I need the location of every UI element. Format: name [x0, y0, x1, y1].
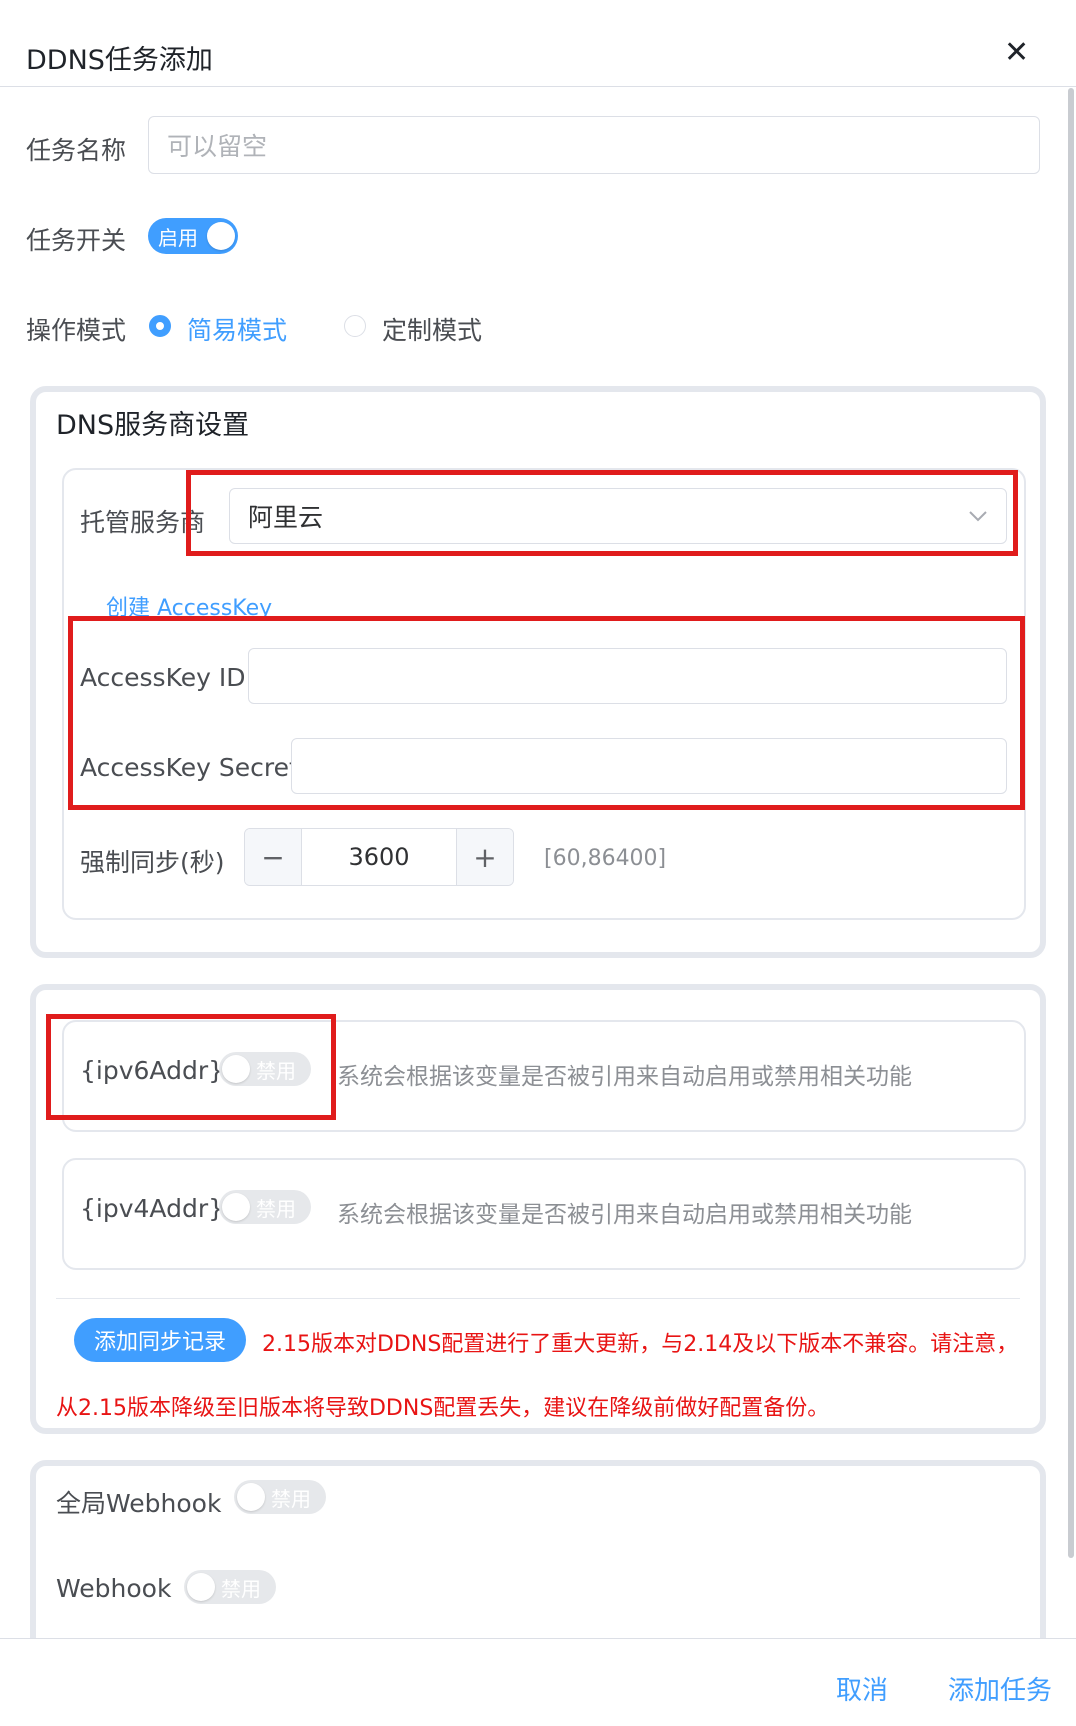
ipv4-toggle[interactable]: 禁用 [219, 1190, 311, 1224]
warning-line-2: 从2.15版本降级至旧版本将导致DDNS配置丢失，建议在降级前做好配置备份。 [56, 1396, 830, 1421]
ipv4-variable: {ipv4Addr} [80, 1194, 225, 1223]
accesskey-id-label: AccessKey ID [80, 663, 246, 692]
global-webhook-toggle[interactable]: 禁用 [234, 1480, 326, 1514]
increment-button[interactable]: + [457, 829, 513, 885]
custom-mode-label[interactable]: 定制模式 [382, 311, 482, 347]
cancel-button[interactable]: 取消 [836, 1670, 888, 1707]
toggle-knob [187, 1573, 215, 1601]
ipv6-variable: {ipv6Addr} [80, 1056, 225, 1085]
webhook-state: 禁用 [221, 1576, 261, 1601]
accesskey-id-input[interactable] [248, 648, 1007, 704]
records-divider [56, 1298, 1020, 1299]
webhook-toggle[interactable]: 禁用 [184, 1570, 276, 1604]
task-name-label: 任务名称 [26, 136, 127, 165]
header-divider [0, 86, 1076, 87]
force-sync-range: [60,86400] [544, 846, 667, 871]
ipv6-toggle[interactable]: 禁用 [219, 1052, 311, 1086]
add-sync-record-button[interactable]: 添加同步记录 [74, 1318, 246, 1362]
close-icon[interactable]: ✕ [1004, 38, 1029, 68]
task-switch-toggle[interactable]: 启用 [148, 218, 238, 254]
radio-simple-mode[interactable] [149, 315, 171, 337]
provider-label: 托管服务商 [80, 508, 206, 537]
force-sync-value[interactable]: 3600 [301, 829, 457, 885]
accesskey-secret-input[interactable] [291, 738, 1007, 794]
warning-line-1: 2.15版本对DDNS配置进行了重大更新，与2.14及以下版本不兼容。请注意， [262, 1332, 1019, 1357]
force-sync-label: 强制同步(秒) [80, 848, 225, 877]
task-name-placeholder: 可以留空 [167, 132, 268, 161]
mode-label: 操作模式 [26, 316, 127, 345]
task-switch-label: 任务开关 [26, 226, 127, 255]
toggle-knob [222, 1193, 250, 1221]
toggle-knob [237, 1483, 265, 1511]
toggle-knob [207, 222, 235, 250]
dns-panel-title: DNS服务商设置 [56, 410, 250, 441]
chevron-down-icon [968, 506, 988, 527]
task-name-input[interactable]: 可以留空 [148, 116, 1040, 174]
add-task-button[interactable]: 添加任务 [948, 1670, 1052, 1707]
force-sync-stepper[interactable]: − 3600 + [244, 828, 514, 886]
toggle-knob [222, 1055, 250, 1083]
global-webhook-state: 禁用 [271, 1486, 311, 1511]
dialog-title: DDNS任务添加 [26, 45, 213, 76]
provider-select[interactable]: 阿里云 [229, 488, 1007, 544]
provider-value: 阿里云 [248, 503, 324, 532]
decrement-button[interactable]: − [245, 829, 301, 885]
accesskey-secret-label: AccessKey Secret [80, 753, 299, 782]
dialog-footer [0, 1638, 1076, 1726]
ipv4-toggle-state: 禁用 [256, 1196, 296, 1221]
task-switch-state: 启用 [158, 225, 198, 250]
radio-custom-mode[interactable] [344, 315, 366, 337]
ipv6-toggle-state: 禁用 [256, 1058, 296, 1083]
simple-mode-label[interactable]: 简易模式 [187, 311, 287, 347]
scrollbar[interactable] [1068, 88, 1074, 1558]
create-accesskey-link[interactable]: 创建 AccessKey [106, 590, 272, 622]
footer-divider [0, 1638, 1076, 1639]
ipv4-hint: 系统会根据该变量是否被引用来自动启用或禁用相关功能 [337, 1202, 912, 1228]
global-webhook-label: 全局Webhook [56, 1489, 222, 1518]
webhook-label: Webhook [56, 1574, 172, 1603]
ipv6-hint: 系统会根据该变量是否被引用来自动启用或禁用相关功能 [337, 1064, 912, 1090]
